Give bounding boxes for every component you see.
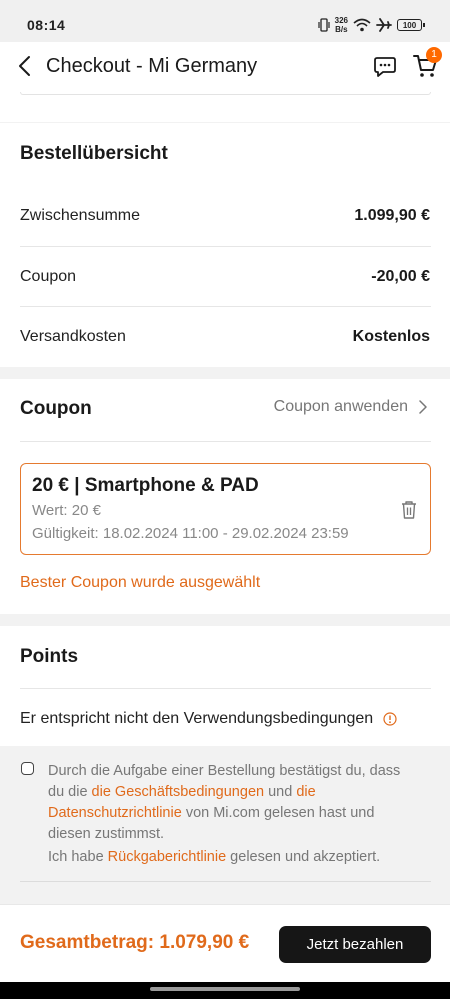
battery-level: 100 — [402, 20, 417, 30]
return-policy-link[interactable]: Rückgaberichtlinie — [108, 849, 226, 865]
battery-icon: 100 — [397, 19, 425, 31]
terms-section: Durch die Aufgabe einer Bestellung bestä… — [0, 749, 450, 904]
net-speed-value: 326 — [334, 16, 348, 25]
chevron-right-icon — [419, 400, 427, 414]
terms-checkbox[interactable] — [21, 762, 34, 775]
return-text-part: gelesen und akzeptiert. — [226, 849, 381, 865]
status-bar: 08:14 326 B/s 100 — [0, 0, 450, 42]
best-coupon-note: Bester Coupon wurde ausgewählt — [20, 574, 261, 591]
subtotal-label: Zwischensumme — [20, 207, 141, 224]
info-icon[interactable] — [383, 712, 397, 726]
pay-now-button[interactable]: Jetzt bezahlen — [279, 926, 431, 963]
shipping-value: Kostenlos — [352, 328, 430, 345]
coupon-validity: Gültigkeit: 18.02.2024 11:00 - 29.02.202… — [32, 525, 349, 542]
vibrate-icon — [318, 18, 330, 32]
coupon-value: Wert: 20 € — [32, 502, 101, 519]
gesture-navigation-bar — [0, 982, 450, 999]
checkout-bottom-bar: Gesamtbetrag: 1.079,90 € Jetzt bezahlen — [0, 904, 450, 982]
order-summary-section: Bestellübersicht Zwischensumme 1.099,90 … — [0, 123, 450, 367]
selected-coupon-card[interactable]: 20 € | Smartphone & PAD Wert: 20 € Gülti… — [20, 463, 431, 555]
apply-coupon-button[interactable]: Coupon anwenden — [274, 398, 428, 416]
apply-coupon-label: Coupon anwenden — [273, 398, 408, 415]
chat-icon[interactable] — [373, 54, 397, 78]
airplane-mode-icon — [376, 18, 392, 32]
cart-count-badge: 1 — [426, 47, 442, 63]
coupon-section-title: Coupon — [20, 398, 92, 419]
back-arrow-icon[interactable] — [14, 54, 38, 78]
status-icons: 326 B/s 100 — [318, 16, 425, 34]
return-policy-text: Ich habe Rückgaberichtlinie gelesen und … — [48, 849, 380, 865]
previous-section-edge — [0, 92, 450, 122]
net-speed-unit: B/s — [335, 25, 348, 34]
page-title: Checkout - Mi Germany — [46, 55, 258, 77]
order-summary-title: Bestellübersicht — [20, 143, 168, 164]
points-note-text: Er entspricht nicht den Verwendungsbedin… — [20, 710, 374, 727]
divider — [20, 246, 431, 247]
coupon-section: Coupon Coupon anwenden 20 € | Smartphone… — [0, 379, 450, 614]
terms-conditions-link[interactable]: die Geschäftsbedingungen — [92, 784, 265, 800]
coupon-name: 20 € | Smartphone & PAD — [32, 475, 259, 496]
points-title: Points — [20, 646, 79, 667]
previous-card-border — [20, 92, 431, 95]
total-amount: Gesamtbetrag: 1.079,90 € — [20, 932, 250, 953]
divider — [20, 688, 431, 689]
divider — [20, 881, 431, 882]
status-time: 08:14 — [27, 17, 66, 33]
home-indicator[interactable] — [150, 987, 300, 991]
points-condition-note: Er entspricht nicht den Verwendungsbedin… — [20, 710, 397, 728]
subtotal-value: 1.099,90 € — [354, 207, 430, 224]
terms-text: Durch die Aufgabe einer Bestellung bestä… — [48, 761, 418, 845]
terms-text-part: und — [264, 784, 297, 800]
wifi-icon — [353, 18, 371, 32]
divider — [20, 306, 431, 307]
header: Checkout - Mi Germany 1 — [0, 42, 450, 92]
points-section: Points Er entspricht nicht den Verwendun… — [0, 626, 450, 746]
trash-icon[interactable] — [400, 500, 418, 520]
return-text-part: Ich habe — [48, 849, 108, 865]
net-speed: 326 B/s — [335, 16, 348, 34]
shipping-label: Versandkosten — [20, 328, 126, 345]
coupon-discount-label: Coupon — [20, 268, 77, 285]
coupon-discount-value: -20,00 € — [371, 268, 430, 285]
divider — [20, 441, 431, 442]
